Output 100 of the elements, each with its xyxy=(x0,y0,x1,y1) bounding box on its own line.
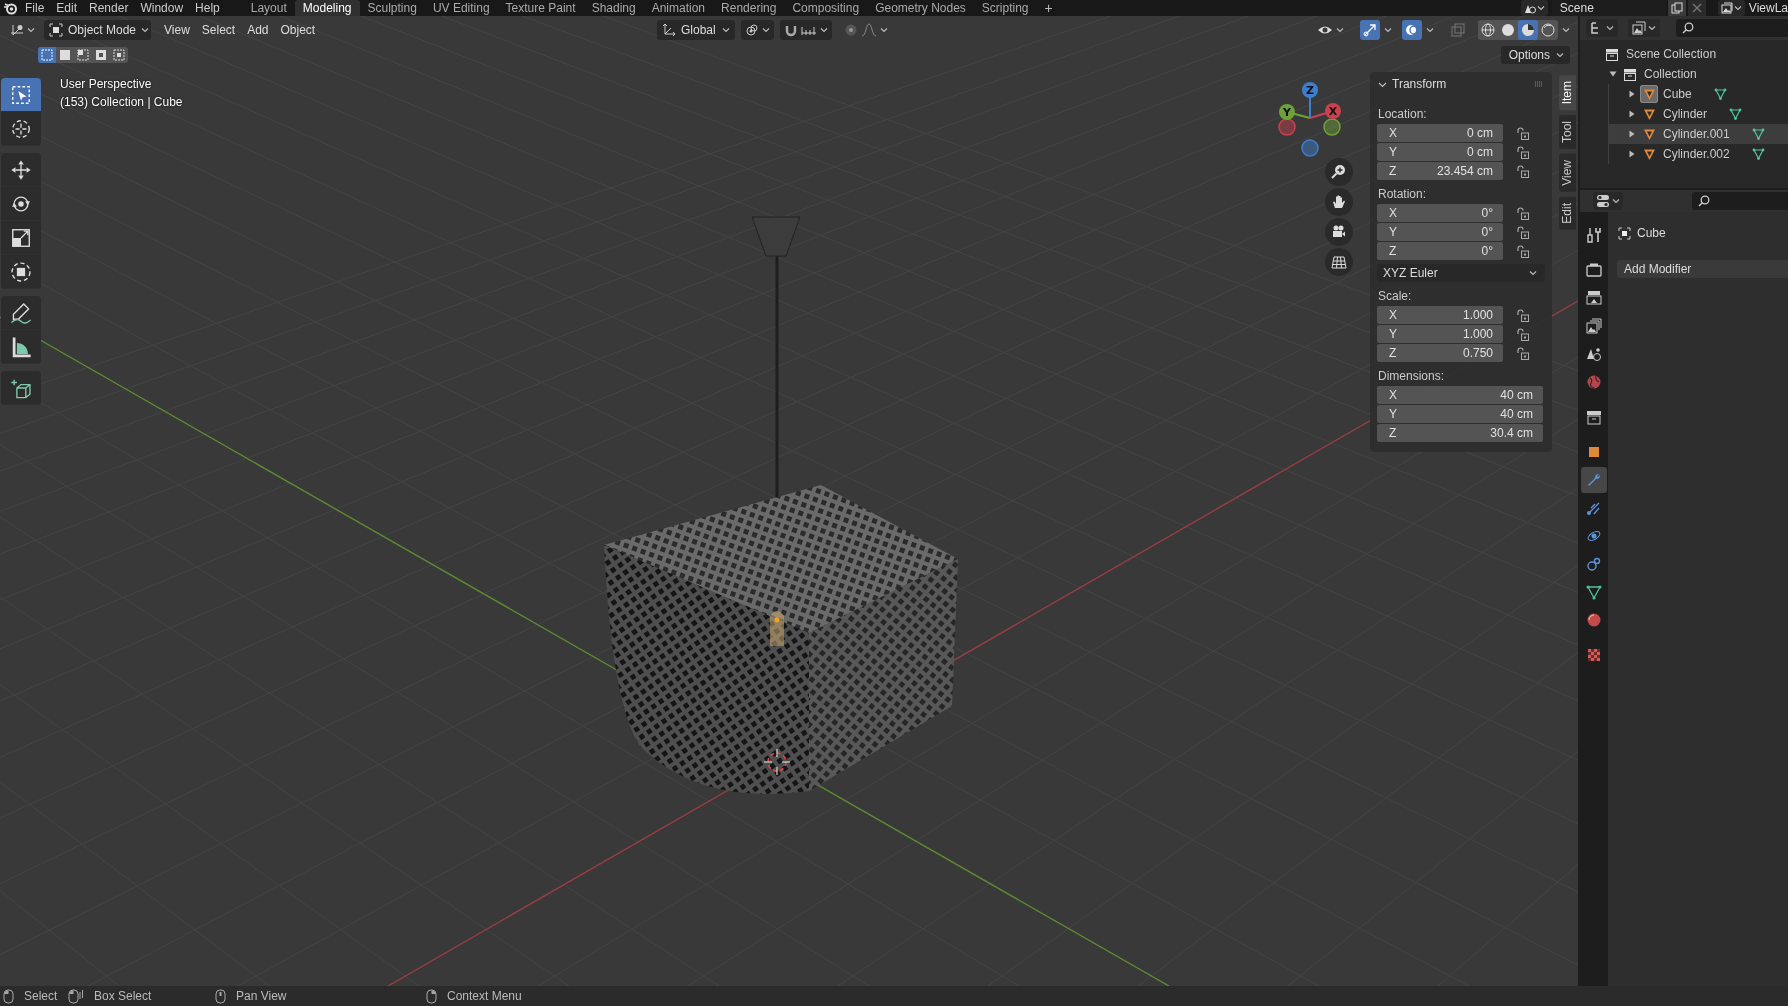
tool-button[interactable] xyxy=(1,112,41,146)
menu-item[interactable]: Object xyxy=(274,23,322,37)
tool-button[interactable] xyxy=(1,371,41,405)
navigation-button[interactable] xyxy=(1325,158,1353,186)
orientation-dropdown[interactable]: Global xyxy=(657,20,735,40)
menu-item[interactable]: View xyxy=(158,23,196,37)
menu-item[interactable]: Help xyxy=(189,0,226,16)
tool-button[interactable] xyxy=(1,153,41,187)
tool-button[interactable] xyxy=(1,255,41,289)
shading-mode-button[interactable] xyxy=(1478,20,1498,40)
tool-button[interactable] xyxy=(1,78,41,112)
outliner-row[interactable]: Collection xyxy=(1580,64,1788,84)
select-mode-button[interactable] xyxy=(110,47,128,63)
overlays-toggle[interactable] xyxy=(1402,20,1422,40)
snap-button[interactable] xyxy=(780,20,832,40)
padlock-icon[interactable] xyxy=(1517,308,1529,322)
workspace-tab[interactable]: Sculpting xyxy=(359,0,425,16)
shading-mode-button[interactable] xyxy=(1538,20,1558,40)
disclosure-triangle-icon[interactable] xyxy=(1628,110,1636,118)
sidebar-tab[interactable]: View xyxy=(1559,154,1576,193)
padlock-icon[interactable] xyxy=(1517,145,1529,159)
padlock-icon[interactable] xyxy=(1517,346,1529,360)
outliner-row[interactable]: Cylinder.001 xyxy=(1609,124,1788,144)
axis-handle[interactable]: X xyxy=(1325,103,1341,119)
padlock-icon[interactable] xyxy=(1517,225,1529,239)
search-field[interactable] xyxy=(1676,19,1788,37)
disclosure-triangle-icon[interactable] xyxy=(1628,150,1636,158)
padlock-icon[interactable] xyxy=(1517,164,1529,178)
menu-item[interactable]: Add xyxy=(241,23,275,37)
number-field[interactable]: Z 30.4 cm xyxy=(1377,424,1543,442)
menu-item[interactable]: Select xyxy=(195,23,242,37)
shading-mode-button[interactable] xyxy=(1518,20,1538,40)
select-mode-button[interactable] xyxy=(38,47,56,63)
workspace-tab[interactable]: Geometry Nodes xyxy=(867,0,974,16)
editor-type-button[interactable] xyxy=(1593,192,1623,210)
disclosure-triangle-icon[interactable] xyxy=(1609,70,1617,78)
axis-handle[interactable] xyxy=(1301,139,1319,157)
axis-handle[interactable]: Z xyxy=(1302,82,1318,98)
mode-dropdown[interactable]: Object Mode xyxy=(44,20,151,40)
padlock-icon[interactable] xyxy=(1517,126,1529,140)
workspace-tab[interactable]: Compositing xyxy=(784,0,868,16)
axis-handle[interactable]: Y xyxy=(1279,104,1295,120)
axis-handle[interactable] xyxy=(1323,118,1341,136)
sidebar-tab[interactable]: Tool xyxy=(1559,115,1576,150)
scene-field[interactable]: Scene xyxy=(1551,0,1666,16)
menu-item[interactable]: Edit xyxy=(50,0,84,16)
axis-handle[interactable] xyxy=(1278,118,1296,136)
new-scene-button[interactable] xyxy=(1667,0,1686,16)
outliner-row[interactable]: Cube xyxy=(1609,84,1788,104)
scene-selector-button[interactable] xyxy=(1520,0,1548,16)
tool-button[interactable] xyxy=(1,187,41,221)
sidebar-tab[interactable]: Item xyxy=(1559,75,1576,111)
number-field[interactable]: Y 0° xyxy=(1377,223,1503,241)
remove-scene-button[interactable] xyxy=(1687,0,1706,16)
number-field[interactable]: Z 0° xyxy=(1377,242,1503,260)
menu-item[interactable]: Render xyxy=(83,0,135,16)
rotation-mode-dropdown[interactable]: XYZ Euler xyxy=(1377,264,1545,282)
number-field[interactable]: Y 40 cm xyxy=(1377,405,1543,423)
menu-item[interactable]: File xyxy=(19,0,51,16)
number-field[interactable]: X 40 cm xyxy=(1377,386,1543,404)
tool-button[interactable] xyxy=(1,330,41,364)
gizmo-toggle[interactable] xyxy=(1360,20,1380,40)
outliner-row[interactable]: Cylinder.002 xyxy=(1609,144,1788,164)
padlock-icon[interactable] xyxy=(1517,244,1529,258)
navigation-button[interactable] xyxy=(1325,188,1353,216)
workspace-tab[interactable]: Animation xyxy=(643,0,714,16)
pivot-button[interactable] xyxy=(741,20,774,40)
number-field[interactable]: Z 0.750 xyxy=(1377,344,1503,362)
outliner-row[interactable]: Scene Collection xyxy=(1580,44,1788,64)
workspace-tab[interactable]: Rendering xyxy=(713,0,785,16)
display-mode-button[interactable] xyxy=(1628,19,1660,37)
search-field[interactable] xyxy=(1692,192,1788,210)
number-field[interactable]: Y 0 cm xyxy=(1377,143,1503,161)
workspace-tab[interactable]: Modeling xyxy=(294,0,360,16)
workspace-tab[interactable]: UV Editing xyxy=(424,0,498,16)
workspace-tab[interactable]: Scripting xyxy=(973,0,1037,16)
workspace-tab[interactable]: Layout xyxy=(242,0,295,16)
navigation-button[interactable] xyxy=(1325,218,1353,246)
outliner-row[interactable]: Cylinder xyxy=(1609,104,1788,124)
number-field[interactable]: X 0° xyxy=(1377,204,1503,222)
sidebar-tab[interactable]: Edit xyxy=(1559,197,1576,230)
number-field[interactable]: X 1.000 xyxy=(1377,306,1503,324)
menu-item[interactable]: Window xyxy=(134,0,190,16)
workspace-tab[interactable]: Shading xyxy=(583,0,644,16)
navigation-button[interactable] xyxy=(1325,248,1353,276)
tool-button[interactable] xyxy=(1,296,41,330)
drag-handle-icon[interactable] xyxy=(1534,81,1544,87)
add-modifier-menu[interactable]: Add Modifier xyxy=(1617,260,1788,278)
add-workspace-button[interactable]: + xyxy=(1036,0,1061,16)
number-field[interactable]: X 0 cm xyxy=(1377,124,1503,142)
number-field[interactable]: Z 23.454 cm xyxy=(1377,162,1503,180)
padlock-icon[interactable] xyxy=(1517,206,1529,220)
workspace-tab[interactable]: Texture Paint xyxy=(497,0,584,16)
disclosure-triangle-icon[interactable] xyxy=(1628,90,1636,98)
padlock-icon[interactable] xyxy=(1517,327,1529,341)
view-layer-selector-button[interactable] xyxy=(1717,0,1745,16)
disclosure-triangle-icon[interactable] xyxy=(1628,130,1636,138)
filter-button[interactable] xyxy=(1586,19,1618,37)
select-mode-button[interactable] xyxy=(74,47,92,63)
view-layer-field[interactable]: ViewLa xyxy=(1744,0,1788,16)
